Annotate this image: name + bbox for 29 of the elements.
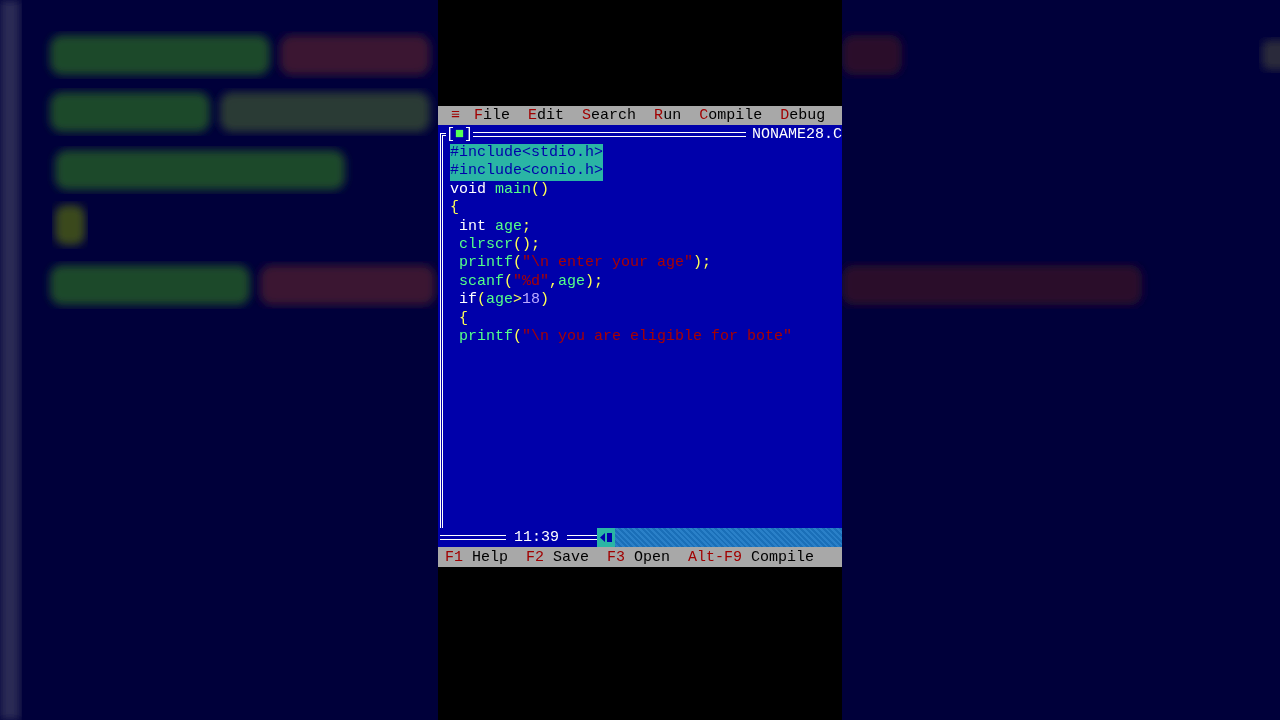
code-line: void main() [450,180,550,200]
shortcut-key[interactable]: Alt-F9 [688,548,743,566]
code-line: { [458,309,468,328]
menu-item[interactable]: Debug [780,107,826,124]
scroll-left-icon[interactable] [599,531,613,544]
close-box[interactable]: [■] [446,126,474,143]
menu-item[interactable]: Search [582,107,637,124]
menu-item[interactable]: Edit [528,107,565,124]
shortcut-key[interactable]: F2 [526,548,545,566]
code-line: printf("\n enter your age"); [458,254,712,273]
system-menu-icon[interactable]: ≡ [451,107,460,124]
code-line: { [450,199,459,218]
shortcut-label[interactable]: Compile [751,548,815,566]
shortcut-label[interactable]: Help [472,548,509,566]
menu-item[interactable]: Run [654,107,682,124]
code-line: printf("\n you are eligible for bote" [458,327,793,347]
shortcut-label[interactable]: Open [634,548,671,566]
cursor-position: 11:39 [513,529,560,546]
shortcut-key[interactable]: F1 [445,548,463,566]
shortcut-key[interactable]: F3 [607,548,626,566]
menu-item[interactable]: File [474,107,511,124]
code-line: if(age>18) [458,291,550,310]
shortcut-label[interactable]: Save [553,548,590,566]
horizontal-scrollbar[interactable] [597,528,842,547]
file-name: NONAME28.C [751,126,842,143]
code-line: clrscr(); [458,235,541,255]
code-line: scanf("%d",age); [458,272,604,292]
menu-item[interactable]: Compile [699,107,763,124]
code-line: int age; [458,217,532,236]
